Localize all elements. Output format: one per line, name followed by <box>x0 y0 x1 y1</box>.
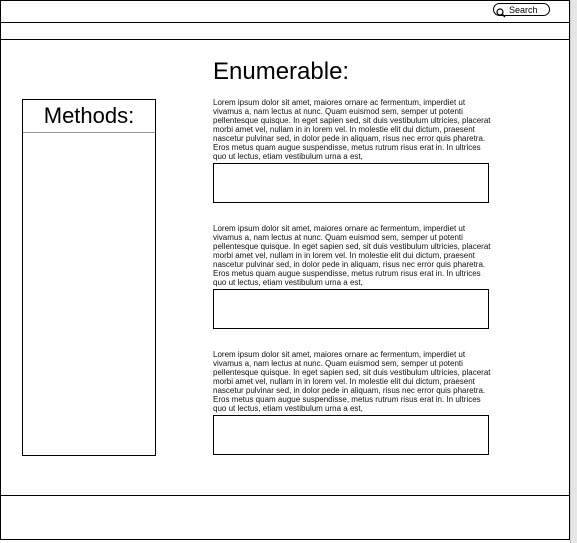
methods-panel-title: Methods: <box>23 100 155 133</box>
methods-panel: Methods: <box>22 99 156 456</box>
window-scrollbar[interactable] <box>570 0 577 543</box>
content-section-3: Lorem ipsum dolor sit amet, maiores orna… <box>213 350 491 455</box>
section-text: Lorem ipsum dolor sit amet, maiores orna… <box>213 98 491 161</box>
section-text: Lorem ipsum dolor sit amet, maiores orna… <box>213 350 491 413</box>
content-section-1: Lorem ipsum dolor sit amet, maiores orna… <box>213 98 491 203</box>
content-section-2: Lorem ipsum dolor sit amet, maiores orna… <box>213 224 491 329</box>
page-footer <box>1 495 571 541</box>
content-box <box>213 289 489 329</box>
search-icon <box>496 5 506 17</box>
content-box <box>213 415 489 455</box>
search-field[interactable]: Search <box>493 3 550 17</box>
section-text: Lorem ipsum dolor sit amet, maiores orna… <box>213 224 491 287</box>
top-navigation-bar: Search <box>1 1 571 23</box>
page-frame: Search Enumerable: Methods: Lorem ipsum … <box>0 0 571 541</box>
search-label: Search <box>509 4 538 15</box>
content-box <box>213 163 489 203</box>
secondary-bar <box>1 23 571 40</box>
page-title: Enumerable: <box>213 58 350 85</box>
